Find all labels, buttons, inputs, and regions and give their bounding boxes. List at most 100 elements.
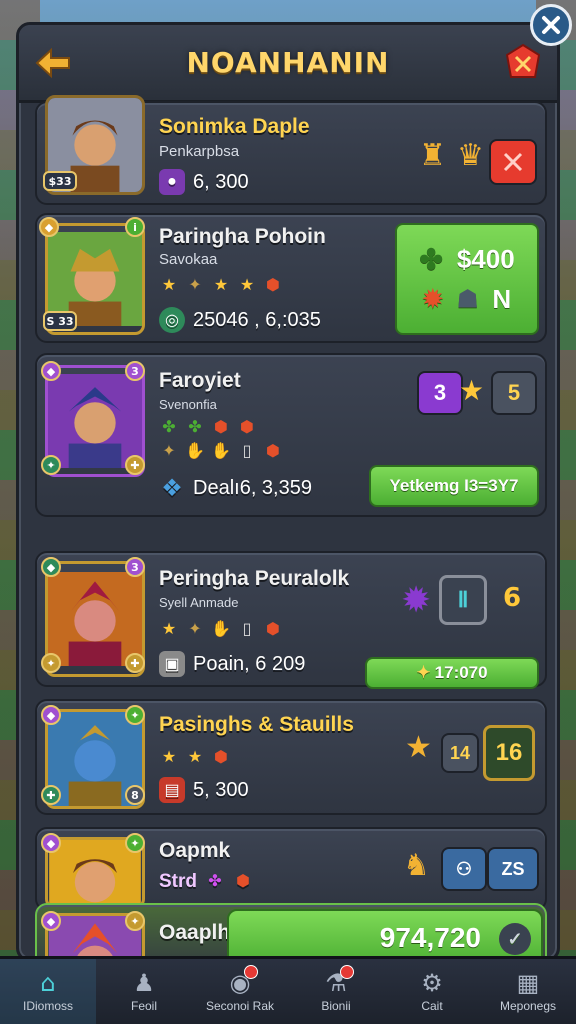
hero-tier-badge: S 33 [43,311,77,331]
hero-name: Faroyiet [159,369,241,392]
list-item[interactable]: ◆ ✦ Oapmk Strd ✤ ⬢ ♞ ⚇ ZS [35,827,547,911]
close-icon [542,16,560,34]
hero-name: Peringha Peuralolk [159,567,350,590]
star-icon: ★ [161,275,177,294]
reward-row-bottom: ✹ ☗ N [423,284,511,315]
fire-gem-icon: ⬢ [214,417,228,436]
shield-icon: ▯ [242,441,252,460]
panel-header: NOANHANIN [19,25,557,103]
hero-subtitle: Svenonfia [159,397,217,412]
rank-badge: 3 [417,371,463,415]
hero-stat: ▣ Poain, 6 209 [159,651,305,677]
hero-action-button[interactable]: ✦ 17:070 [365,657,539,689]
hero-subtitle-row: Strd ✤ ⬢ [159,871,253,893]
nav-label: Bionii [321,998,351,1013]
hero-stat-value: Poain, 6 209 [193,652,306,675]
list-item[interactable]: ◆ ✦ Oaaplh ✤ ★ ⬢ 974,720 ✓ [35,903,547,959]
class-badge: ZS [487,847,539,891]
hero-stat: ❖ Dealı6, 3,359 [159,475,312,502]
nav-item-settings[interactable]: ⚙ Cait [384,959,480,1024]
rune-icon: ✦ [188,275,202,294]
hand-icon: ✋ [211,441,231,460]
bottom-navigation: ⌂ IDiomoss ♟ Feoil ◉ Seconoi Rak ⚗ Bioni… [0,956,576,1024]
reward-letter: N [492,284,512,314]
nav-label: Meponegs [499,998,557,1013]
hero-rating: ✦ ✋ ✋ ▯ ⬢ [159,441,283,461]
nav-label: Seconoi Rak [205,998,275,1013]
dismiss-hero-button[interactable] [489,139,537,185]
hero-name: Oaaplh [159,921,231,944]
hero-subtitle: Strd [159,871,197,892]
hero-rank-badge: 3 [125,557,145,577]
hero-rating: ★ ★ ⬢ [159,747,231,767]
hero-subtitle: Savokaa [159,251,218,268]
fire-gem-icon: ⬢ [240,417,254,436]
page-title: NOANHANIN [186,46,390,79]
fire-gem-icon: ⬢ [266,275,280,294]
nav-label: IDiomoss [22,998,73,1013]
sparkle-icon: ✤ [208,873,222,890]
list-item[interactable]: ◆ 3 ✦ ✚ Peringha Peuralolk Syell Anmade … [35,551,547,689]
hero-gear-badge: ✚ [125,455,145,475]
nav-item-chests[interactable]: ▦ Meponegs [480,959,576,1024]
nav-label: Feoil [130,998,157,1013]
hero-rank-badge: 3 [125,361,145,381]
hero-element-badge: ◆ [41,705,61,725]
fire-gem-icon: ⬢ [266,619,280,638]
max-level-badge: 16 [483,725,535,781]
medal-icon: ✹ [422,286,443,313]
compass-icon: ◎ [159,307,185,333]
gear-icon: ⚙ [421,968,443,997]
nav-label: Cait [421,998,443,1013]
level-badge: 14 [441,733,479,773]
hero-stat-value: 25046 , 6,:035 [193,308,321,331]
hero-class-badge: ✦ [125,911,145,931]
trophy-icon: ♜ [419,138,446,173]
hero-element-badge: ◆ [41,361,61,381]
home-icon: ⌂ [40,968,56,997]
hero-gear-badge: ✚ [41,785,61,805]
fire-gem-icon: ⬢ [266,441,280,460]
notification-dot [244,965,258,979]
hero-class-badge: i [125,217,145,237]
hero-stat: ◎ 25046 , 6,:035 [159,307,321,333]
total-claim-button[interactable]: 974,720 ✓ [227,909,543,959]
hero-class-badge: ✦ [41,455,61,475]
back-button[interactable] [33,43,73,83]
nav-item-heroes[interactable]: ♟ Feoil [96,959,192,1024]
close-button[interactable] [530,4,572,46]
hero-list-panel: NOANHANIN $33 Sonimka Daple Penkarpbsa ●… [16,22,560,962]
special-offer-button[interactable] [501,41,545,85]
hero-tier-badge: $33 [43,171,77,191]
nav-item-rank[interactable]: ◉ Seconoi Rak [192,959,288,1024]
reward-claim-button[interactable]: ✤ $400 ✹ ☗ N [395,223,539,335]
hero-action-button[interactable]: Yetkemg I3=3Y7 [369,465,539,507]
hero-stat-value: 6, 300 [193,170,249,193]
star-icon: ★ [239,275,255,294]
nav-item-potions[interactable]: ⚗ Bionii [288,959,384,1024]
hand-icon: ✋ [211,619,231,638]
nav-item-home[interactable]: ⌂ IDiomoss [0,959,96,1024]
star-trophy-icon: ★ [405,730,432,765]
star-icon: ★ [161,619,177,638]
list-item[interactable]: $33 Sonimka Daple Penkarpbsa ● 6, 300 ♜ … [35,95,547,205]
hero-rating: ★ ✦ ✋ ▯ ⬢ [159,619,283,639]
hero-subtitle: Syell Anmade [159,595,239,610]
hero-class-badge: ✦ [125,833,145,853]
reward-row-top: ✤ $400 [419,243,514,276]
total-value: 974,720 [379,922,481,953]
check-icon: ✓ [499,923,531,955]
rune-stone-icon: Ⅱ [439,575,487,625]
hero-class-badge: ✦ [41,653,61,673]
hero-icon: ♟ [133,968,155,997]
list-item[interactable]: ◆ ✦ ✚ 8 Pasinghs & Stauills ★ ★ ⬢ ▤ 5, 3… [35,699,547,815]
hero-element-badge: ◆ [39,217,59,237]
list-item[interactable]: ◆ 3 ✦ ✚ Faroyiet Svenonfia ✤ ✤ ⬢ ⬢ ✦ ✋ ✋… [35,353,547,517]
hero-subtitle: Penkarpbsa [159,143,240,160]
hero-class-badge: ✦ [125,705,145,725]
coin-icon: ✦ [416,663,431,682]
hero-name: Pasinghs & Stauills [159,713,354,736]
list-item[interactable]: ◆ i S 33 Paringha Pohoin Savokaa ★ ✦ ★ ★… [35,213,547,343]
clover-icon: ✤ [419,244,443,275]
leaf-icon: ✤ [188,417,202,436]
